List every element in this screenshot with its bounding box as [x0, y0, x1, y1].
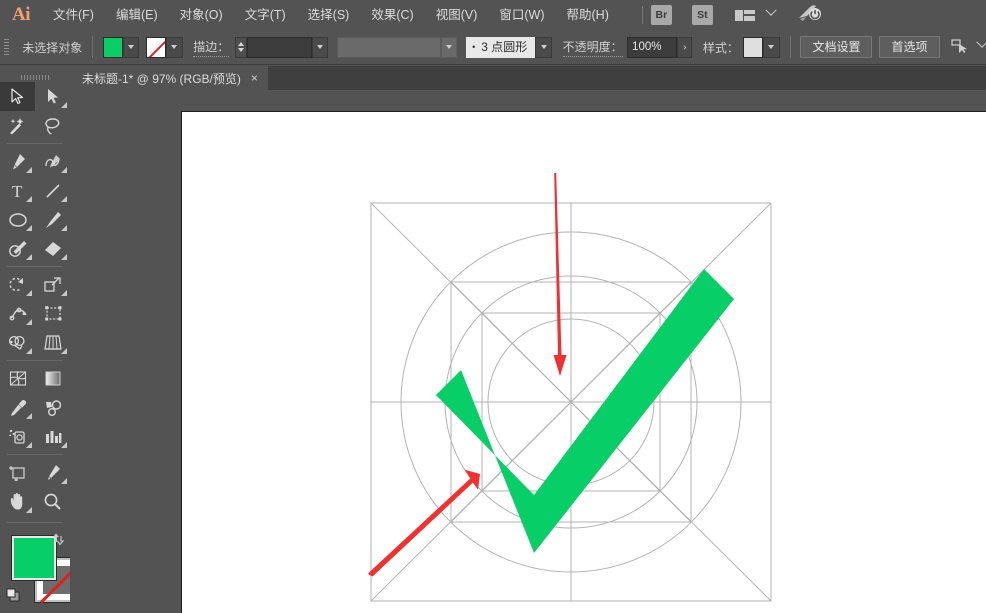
- type-tool[interactable]: T: [0, 176, 35, 205]
- menu-view[interactable]: 视图(V): [425, 0, 489, 30]
- control-separator-2: [790, 36, 791, 58]
- stroke-weight-chevron-icon[interactable]: [312, 37, 329, 58]
- menu-separator: [642, 6, 643, 24]
- brush-definition-chevron-icon[interactable]: [535, 37, 552, 58]
- document-setup-button[interactable]: 文档设置: [800, 36, 872, 58]
- control-separator: [92, 36, 93, 58]
- stroke-weight-input[interactable]: [247, 37, 311, 58]
- stroke-profile-chevron-icon[interactable]: [441, 37, 458, 58]
- stroke-weight-label[interactable]: 描边：: [193, 38, 229, 57]
- paintbrush-tool[interactable]: [35, 205, 70, 234]
- workspace-layout-icon[interactable]: [735, 10, 755, 21]
- default-fill-stroke-icon[interactable]: [6, 588, 21, 603]
- tools-divider-5: [7, 522, 63, 523]
- stock-button[interactable]: St: [692, 5, 713, 25]
- selection-tool[interactable]: [0, 82, 35, 111]
- swap-fill-stroke-icon[interactable]: [52, 532, 66, 550]
- illustrator-window: Ai 文件(F) 编辑(E) 对象(O) 文字(T) 选择(S) 效果(C) 视…: [0, 0, 986, 613]
- menu-edit[interactable]: 编辑(E): [105, 0, 169, 30]
- brush-definition-value: 3 点圆形: [481, 38, 527, 57]
- tools-grid: T: [0, 82, 70, 526]
- symbol-sprayer-tool[interactable]: [0, 422, 35, 451]
- menu-select[interactable]: 选择(S): [297, 0, 361, 30]
- menu-bar-right-cluster: Br St: [634, 3, 823, 28]
- menu-effect[interactable]: 效果(C): [360, 0, 424, 30]
- preferences-button[interactable]: 首选项: [879, 36, 939, 58]
- brush-definition-field[interactable]: • 3 点圆形: [466, 37, 535, 58]
- fill-color-swatch[interactable]: [103, 37, 122, 58]
- pen-tool[interactable]: [0, 147, 35, 176]
- close-icon[interactable]: ×: [251, 72, 258, 84]
- shape-builder-tool[interactable]: [0, 328, 35, 357]
- zoom-tool[interactable]: [35, 487, 70, 516]
- graphic-style-swatch[interactable]: [743, 37, 762, 58]
- graphic-style-chevron-icon[interactable]: [763, 37, 780, 58]
- menu-object[interactable]: 对象(O): [169, 0, 234, 30]
- bridge-button[interactable]: Br: [651, 5, 672, 25]
- arrow-diagonal-annotation: [368, 470, 480, 577]
- gradient-tool[interactable]: [35, 364, 70, 393]
- free-transform-tool[interactable]: [35, 299, 70, 328]
- menu-file[interactable]: 文件(F): [42, 0, 105, 30]
- stroke-profile-field[interactable]: [337, 37, 440, 58]
- control-bar: 未选择对象 描边： • 3 点圆形 不透明度： 100% › 样式：: [0, 30, 986, 65]
- lasso-tool[interactable]: [35, 111, 70, 140]
- rocket-power-icon[interactable]: [797, 3, 823, 28]
- rotate-tool[interactable]: [0, 270, 35, 299]
- app-logo: Ai: [0, 0, 42, 30]
- fill-dropdown-chevron-icon[interactable]: [123, 37, 140, 58]
- eyedropper-tool[interactable]: [0, 393, 35, 422]
- width-tool[interactable]: [0, 299, 35, 328]
- magic-wand-tool[interactable]: [0, 111, 35, 140]
- curvature-tool[interactable]: [35, 147, 70, 176]
- checkmark-icon-artwork: [182, 112, 986, 613]
- perspective-grid-tool[interactable]: [35, 328, 70, 357]
- menu-type[interactable]: 文字(T): [234, 0, 297, 30]
- document-canvas-area[interactable]: [70, 90, 986, 613]
- toolbar-fill-swatch[interactable]: [12, 536, 56, 580]
- opacity-label[interactable]: 不透明度：: [563, 38, 623, 57]
- shaper-tool[interactable]: [0, 234, 35, 263]
- tools-divider-3: [7, 360, 63, 361]
- line-segment-tool[interactable]: [35, 176, 70, 205]
- blend-tool[interactable]: [35, 393, 70, 422]
- document-tab-title: 未标题-1* @ 97% (RGB/预览): [82, 70, 241, 87]
- opacity-input[interactable]: 100%: [627, 37, 677, 58]
- column-graph-tool[interactable]: [35, 422, 70, 451]
- mesh-tool[interactable]: [0, 364, 35, 393]
- document-tab-bar: ◂◂ 未标题-1* @ 97% (RGB/预览) ×: [0, 66, 986, 90]
- document-tab[interactable]: 未标题-1* @ 97% (RGB/预览) ×: [70, 66, 268, 90]
- stroke-weight-stepper[interactable]: [235, 37, 247, 58]
- brush-bullet-icon: •: [472, 38, 475, 57]
- eraser-tool[interactable]: [35, 234, 70, 263]
- artboard-tool[interactable]: [0, 458, 35, 487]
- tools-divider-2: [7, 266, 63, 267]
- slice-tool[interactable]: [35, 458, 70, 487]
- tools-divider: [7, 143, 63, 144]
- control-bar-grip[interactable]: [0, 30, 10, 65]
- menu-bar: Ai 文件(F) 编辑(E) 对象(O) 文字(T) 选择(S) 效果(C) 视…: [0, 0, 986, 30]
- color-controls: [0, 530, 70, 613]
- svg-text:T: T: [12, 182, 23, 200]
- ellipse-tool[interactable]: [0, 205, 35, 234]
- artboard[interactable]: [181, 111, 986, 613]
- align-to-selection-icon[interactable]: [950, 38, 986, 56]
- direct-selection-tool[interactable]: [35, 82, 70, 111]
- tools-panel-grip[interactable]: [0, 66, 70, 82]
- workspace-chevron-down-icon[interactable]: [755, 4, 785, 26]
- menu-window[interactable]: 窗口(W): [488, 0, 555, 30]
- menu-help[interactable]: 帮助(H): [556, 0, 620, 30]
- stroke-color-swatch[interactable]: [146, 37, 165, 58]
- hand-tool[interactable]: [0, 487, 35, 516]
- stroke-dropdown-chevron-icon[interactable]: [166, 37, 183, 58]
- style-label: 样式：: [703, 39, 739, 56]
- opacity-flyout-icon[interactable]: ›: [677, 37, 692, 58]
- tools-divider-4: [7, 454, 63, 455]
- selection-status-label: 未选择对象: [22, 39, 82, 56]
- scale-tool[interactable]: [35, 270, 70, 299]
- tools-panel: T: [0, 66, 70, 613]
